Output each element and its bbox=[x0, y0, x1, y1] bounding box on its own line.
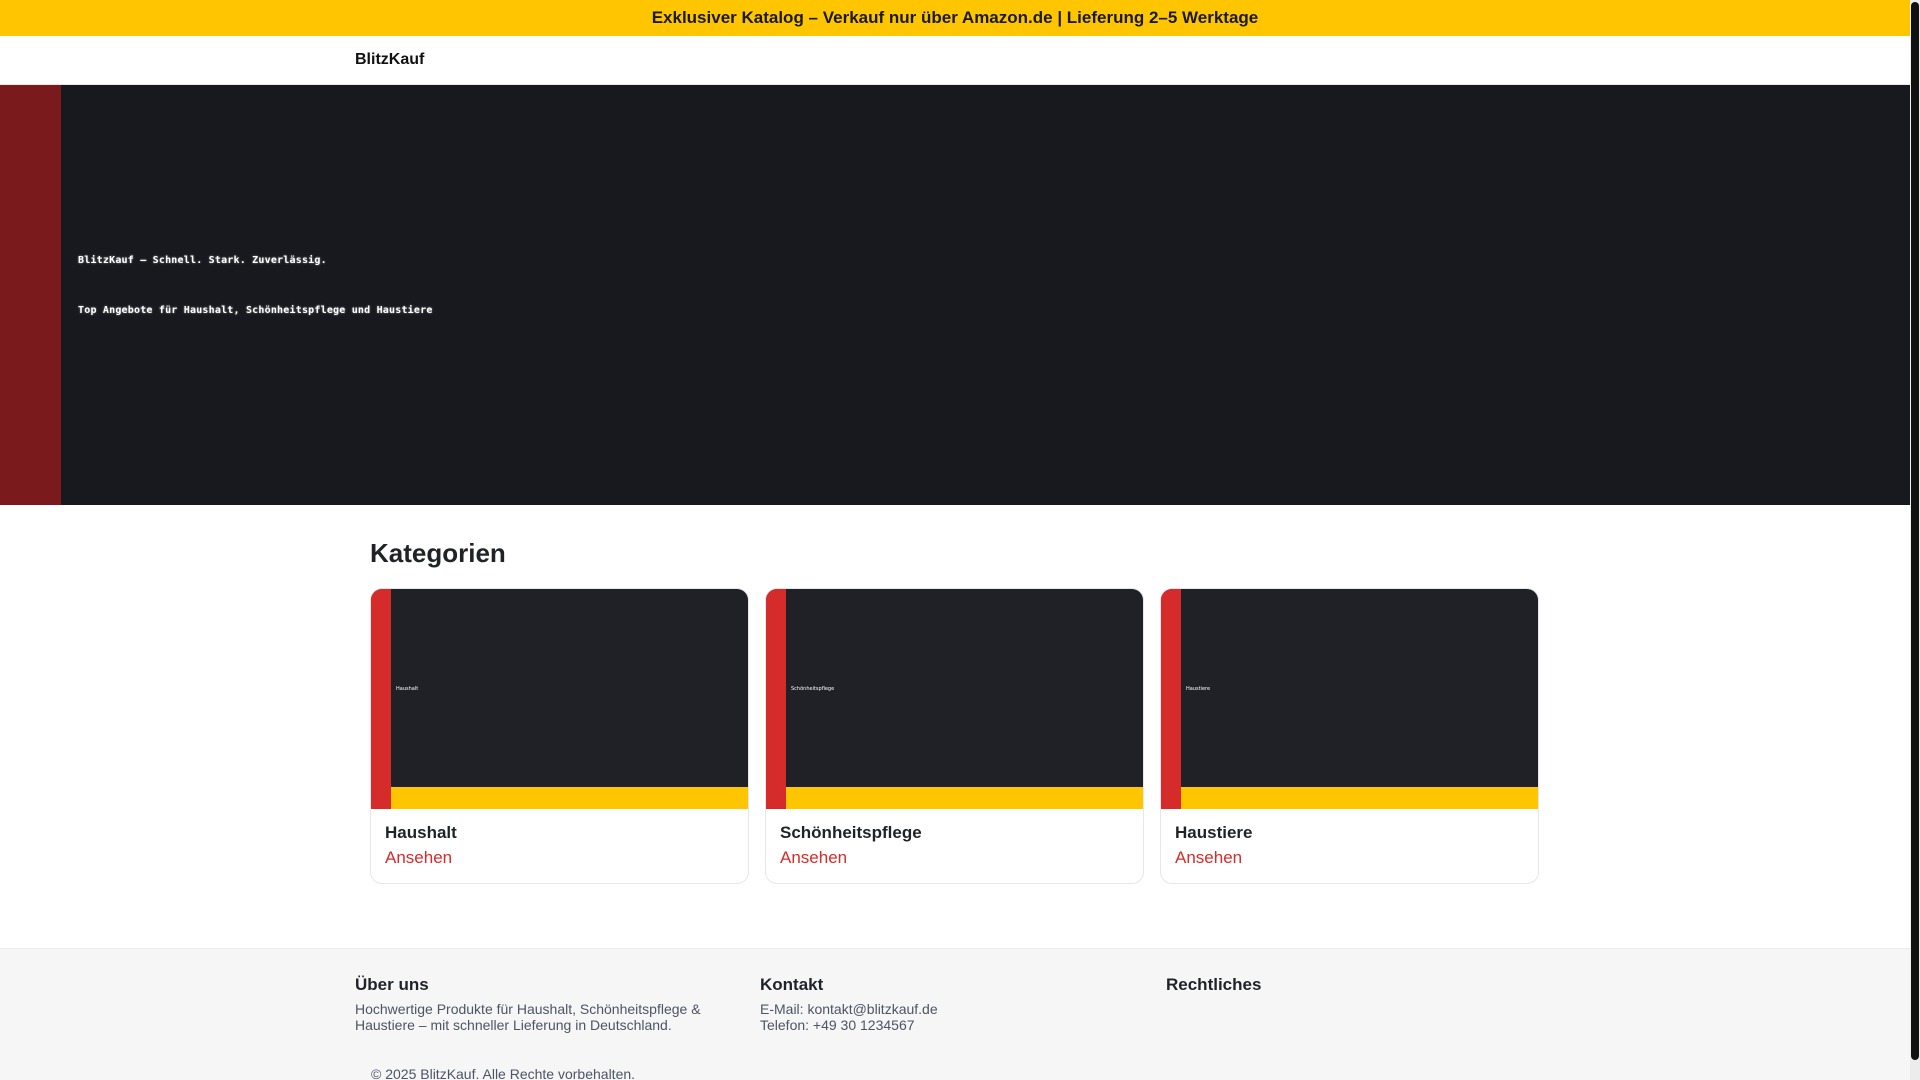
category-image: Haustiere bbox=[1161, 589, 1538, 809]
announcement-bar: Exklusiver Katalog – Verkauf nur über Am… bbox=[0, 0, 1910, 36]
category-image-label: Schönheitspflege bbox=[791, 686, 835, 692]
category-view-link[interactable]: Ansehen bbox=[1175, 848, 1242, 868]
footer-contact-email[interactable]: E-Mail: kontakt@blitzkauf.de bbox=[760, 1001, 1120, 1017]
category-image-red-stripe bbox=[1161, 589, 1181, 809]
category-image-yellow-band bbox=[1181, 787, 1538, 809]
scrollbar-thumb[interactable] bbox=[1911, 2, 1919, 1060]
footer-copyright: © 2025 BlitzKauf. Alle Rechte vorbehalte… bbox=[371, 1066, 636, 1080]
category-image-yellow-band bbox=[786, 787, 1143, 809]
category-title: Haushalt bbox=[385, 823, 457, 842]
hero-banner: BlitzKauf – Schnell. Stark. Zuverlässig.… bbox=[0, 85, 1910, 505]
category-image-label: Haustiere bbox=[1186, 686, 1211, 692]
category-image-red-stripe bbox=[371, 589, 391, 809]
category-card-haushalt[interactable]: Haushalt Haushalt Ansehen bbox=[370, 588, 749, 884]
hero-red-stripe bbox=[0, 85, 61, 505]
announcement-text: Exklusiver Katalog – Verkauf nur über Am… bbox=[651, 8, 1259, 27]
hero-subline: Top Angebote für Haushalt, Schönheitspfl… bbox=[78, 305, 433, 316]
category-card-schoenheitspflege[interactable]: Schönheitspflege Schönheitspflege Ansehe… bbox=[765, 588, 1144, 884]
category-image: Schönheitspflege bbox=[766, 589, 1143, 809]
category-view-link[interactable]: Ansehen bbox=[385, 848, 452, 868]
category-image-red-stripe bbox=[766, 589, 786, 809]
navbar: BlitzKauf bbox=[0, 36, 1910, 85]
footer: Über uns Hochwertige Produkte für Hausha… bbox=[0, 948, 1910, 1080]
categories-title: Kategorien bbox=[370, 538, 506, 568]
category-image-yellow-band bbox=[391, 787, 748, 809]
category-card-haustiere[interactable]: Haustiere Haustiere Ansehen bbox=[1160, 588, 1539, 884]
footer-contact-phone[interactable]: Telefon: +49 30 1234567 bbox=[760, 1017, 1120, 1033]
footer-about-text: Hochwertige Produkte für Haushalt, Schön… bbox=[355, 1001, 701, 1033]
hero-headline: BlitzKauf – Schnell. Stark. Zuverlässig. bbox=[78, 255, 327, 266]
footer-about-title: Über uns bbox=[355, 975, 429, 994]
category-image-label: Haushalt bbox=[396, 686, 419, 692]
footer-legal-title: Rechtliches bbox=[1166, 975, 1262, 994]
page-scrollbar[interactable] bbox=[1910, 0, 1920, 1080]
category-title: Schönheitspflege bbox=[780, 823, 922, 842]
category-title: Haustiere bbox=[1175, 823, 1253, 842]
category-view-link[interactable]: Ansehen bbox=[780, 848, 847, 868]
brand-logo-link[interactable]: BlitzKauf bbox=[355, 51, 424, 69]
footer-contact-title: Kontakt bbox=[760, 975, 824, 994]
category-image: Haushalt bbox=[371, 589, 748, 809]
footer-contact-block: E-Mail: kontakt@blitzkauf.de Telefon: +4… bbox=[760, 1001, 1120, 1033]
